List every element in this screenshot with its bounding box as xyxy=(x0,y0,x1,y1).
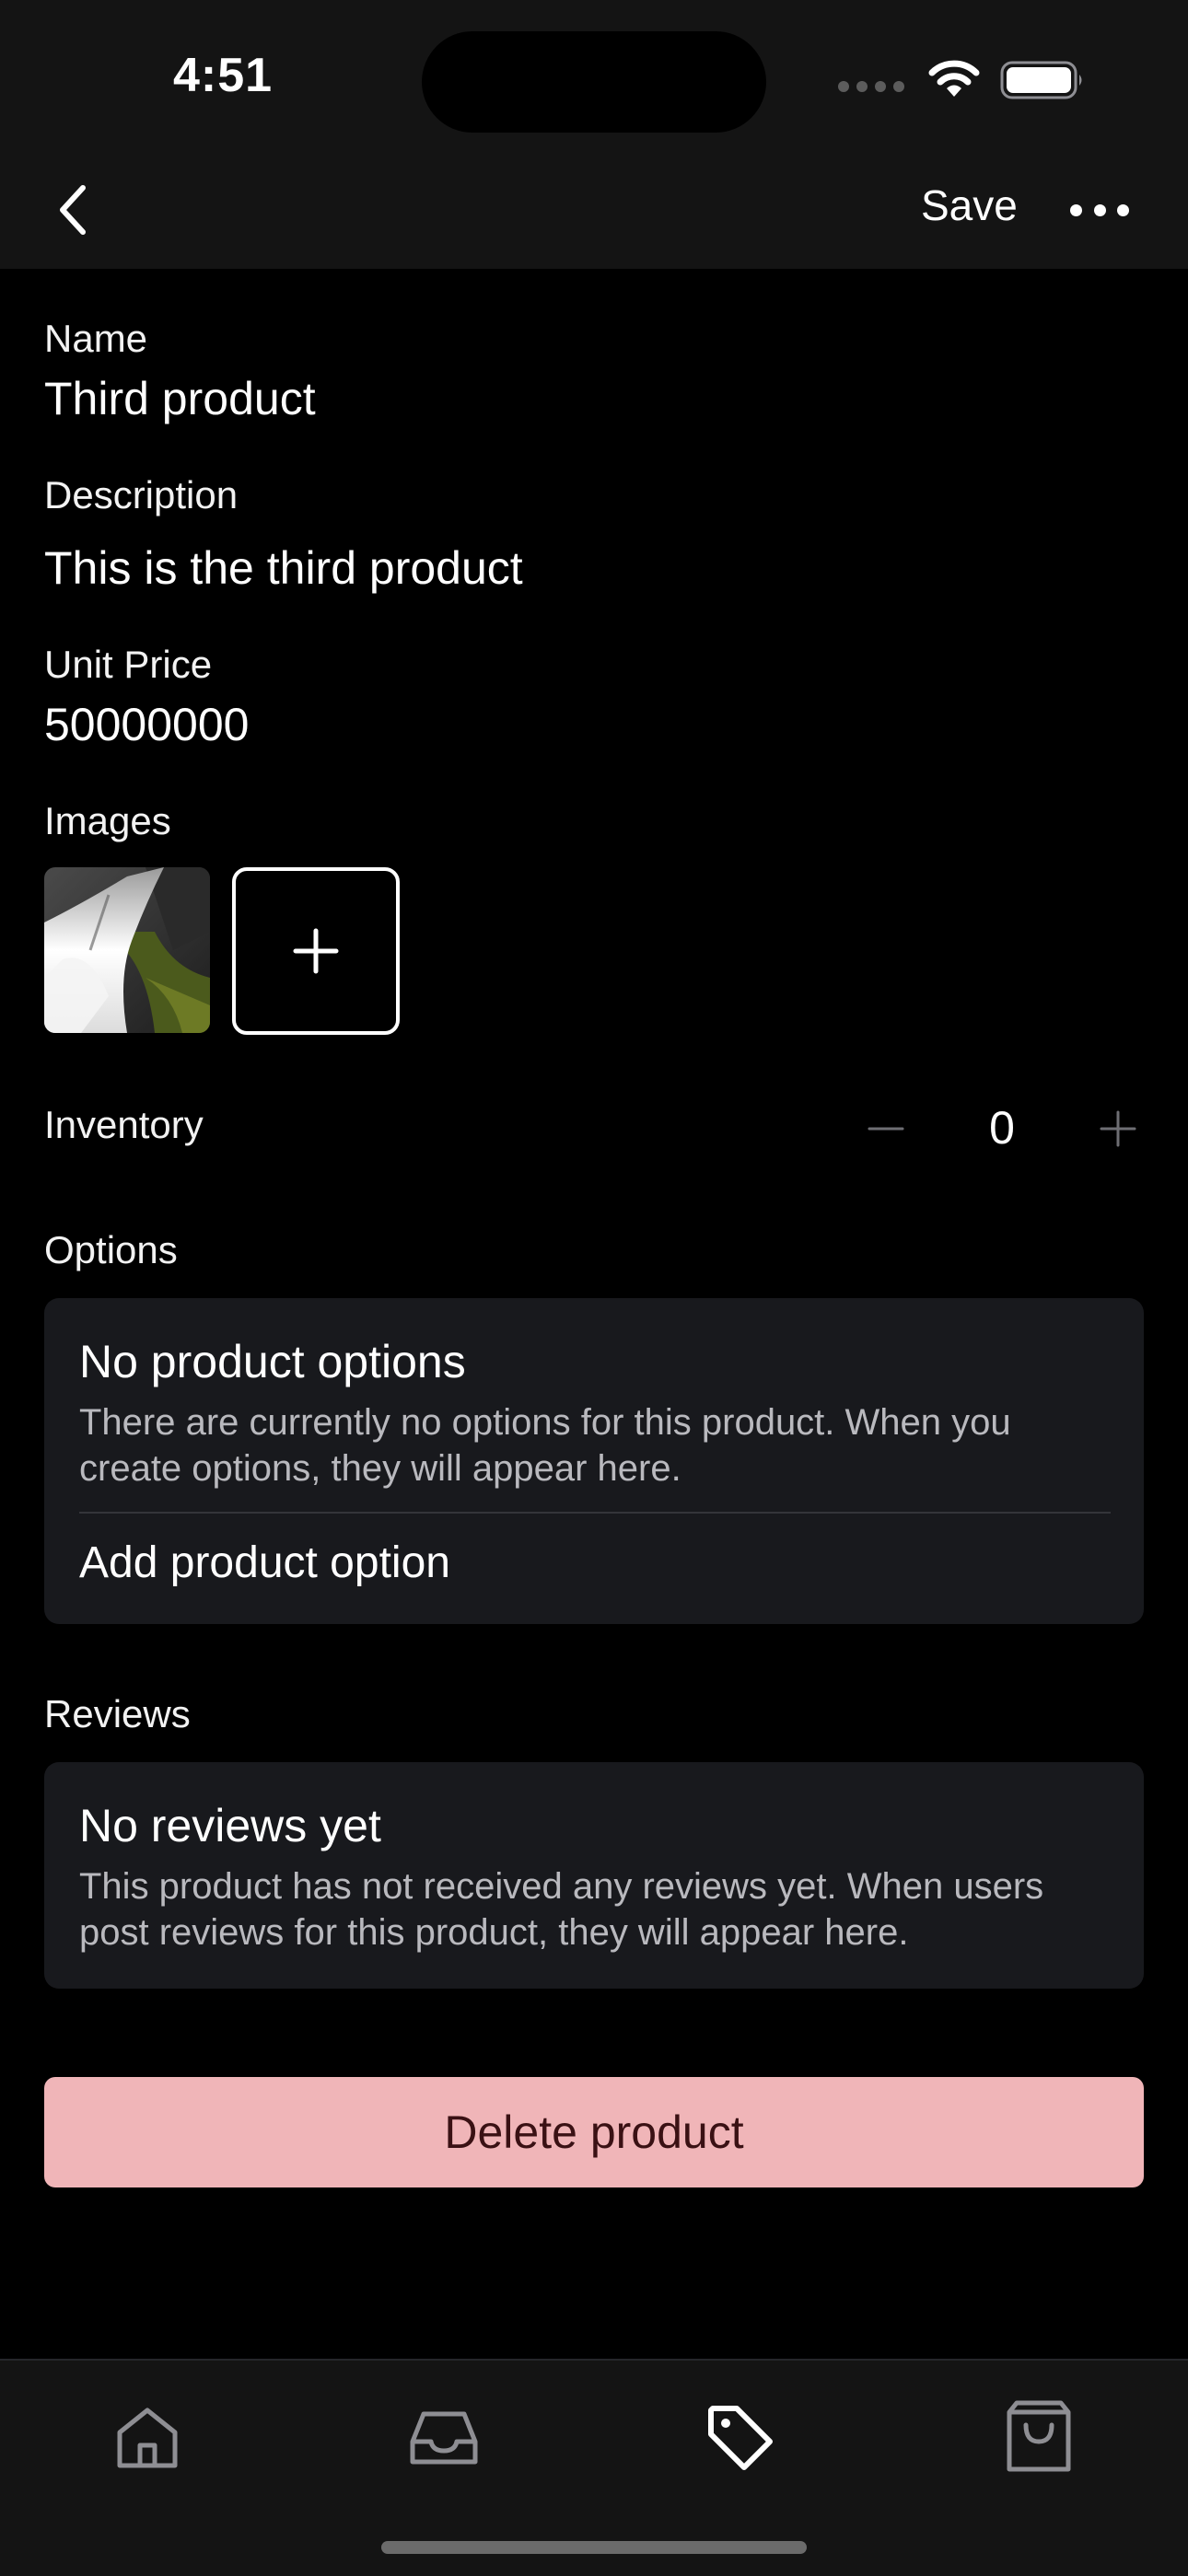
reviews-card-title: No reviews yet xyxy=(79,1800,381,1851)
options-card: No product options There are currently n… xyxy=(44,1298,1144,1624)
inventory-increment-button[interactable] xyxy=(1090,1101,1146,1156)
chevron-left-icon xyxy=(60,185,86,235)
save-button[interactable]: Save xyxy=(921,180,1018,230)
minus-icon xyxy=(868,1127,904,1131)
wifi-icon xyxy=(928,60,980,97)
inventory-value: 0 xyxy=(989,1102,1015,1154)
top-bar: 4:51 Save xyxy=(0,0,1188,269)
status-time: 4:51 xyxy=(173,49,274,102)
tab-orders[interactable] xyxy=(993,2392,1085,2484)
images-label: Images xyxy=(44,799,171,842)
cellular-signal-icon xyxy=(838,81,904,92)
reviews-label: Reviews xyxy=(44,1692,191,1735)
plus-icon xyxy=(1100,1110,1136,1147)
options-card-text: There are currently no options for this … xyxy=(79,1402,1011,1489)
tab-inbox[interactable] xyxy=(398,2392,490,2484)
description-field[interactable]: This is the third product xyxy=(44,541,523,595)
reviews-card: No reviews yet This product has not rece… xyxy=(44,1762,1144,1989)
inbox-icon xyxy=(410,2411,478,2465)
product-image-thumbnail[interactable] xyxy=(44,867,210,1033)
add-product-option-button[interactable]: Add product option xyxy=(79,1537,450,1588)
tab-home[interactable] xyxy=(101,2392,193,2484)
home-indicator xyxy=(381,2541,807,2554)
tag-icon xyxy=(708,2406,773,2470)
home-icon xyxy=(117,2408,178,2468)
tab-bar xyxy=(0,2359,1188,2576)
add-image-button[interactable] xyxy=(232,867,400,1035)
options-card-divider xyxy=(79,1512,1111,1514)
plus-icon xyxy=(293,928,339,974)
options-card-title: No product options xyxy=(79,1336,466,1387)
waterfall-image xyxy=(44,867,210,1033)
status-icons xyxy=(838,57,1085,103)
more-options-button[interactable] xyxy=(1070,184,1129,236)
reviews-card-text: This product has not received any review… xyxy=(79,1866,1044,1953)
back-button[interactable] xyxy=(44,173,103,247)
inventory-decrement-button[interactable] xyxy=(858,1101,914,1156)
ellipsis-icon xyxy=(1070,203,1082,216)
unit-price-label: Unit Price xyxy=(44,643,213,686)
delete-product-button[interactable]: Delete product xyxy=(44,2077,1144,2187)
unit-price-field[interactable]: 50000000 xyxy=(44,698,249,751)
tab-products[interactable] xyxy=(694,2392,786,2484)
battery-icon xyxy=(1000,61,1082,99)
inventory-label: Inventory xyxy=(44,1103,204,1146)
options-label: Options xyxy=(44,1228,178,1271)
description-label: Description xyxy=(44,473,239,516)
shopping-bag-icon xyxy=(1007,2400,1071,2472)
name-field[interactable]: Third product xyxy=(44,372,316,425)
dynamic-island xyxy=(422,31,766,133)
name-label: Name xyxy=(44,317,148,360)
